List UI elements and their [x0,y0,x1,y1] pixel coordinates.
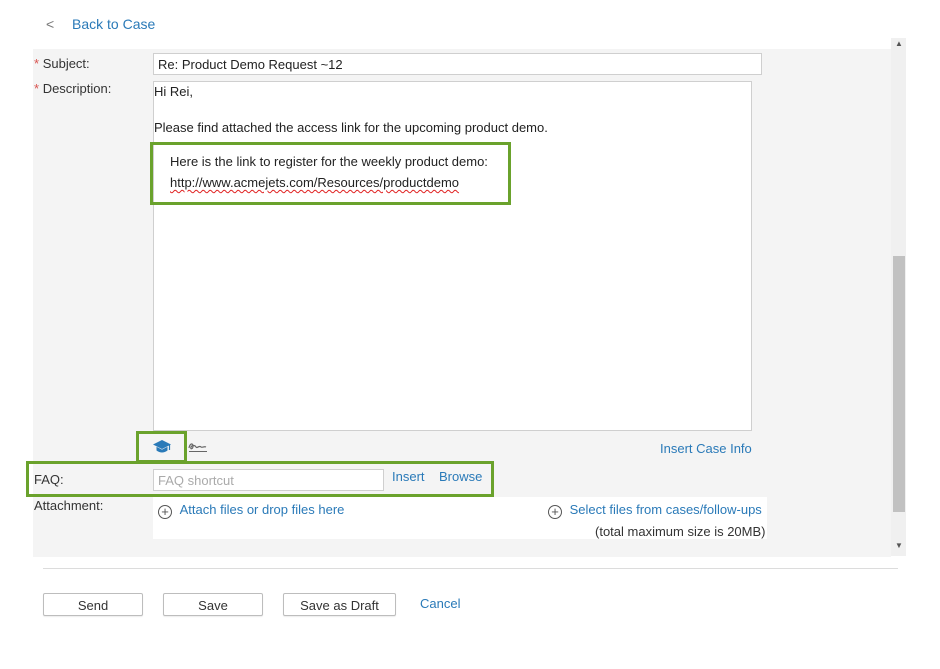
footer-divider [43,568,898,569]
description-label: * Description: [34,81,111,96]
send-button[interactable]: Send [43,593,143,616]
scroll-up-arrow-icon[interactable]: ▲ [893,39,905,53]
insert-case-info-link[interactable]: Insert Case Info [660,441,752,456]
graduation-cap-icon[interactable] [152,439,172,455]
body-line-1: Please find attached the access link for… [154,120,548,135]
subject-label-text: Subject: [42,56,90,71]
link-highlight-box: Here is the link to register for the wee… [150,142,511,205]
faq-label: FAQ: [34,472,64,487]
scroll-down-arrow-icon[interactable]: ▼ [893,541,905,555]
body-highlight-line-1: Here is the link to register for the wee… [170,154,488,169]
signature-icon[interactable] [188,441,208,456]
attach-files-text: Attach files or drop files here [179,502,345,517]
description-editor[interactable]: Hi Rei, Please find attached the access … [150,81,752,431]
attachment-drop-zone[interactable]: + Attach files or drop files here + Sele… [153,497,767,539]
scrollbar-thumb[interactable] [893,256,905,512]
attachment-label: Attachment: [34,498,104,513]
select-files-text: Select files from cases/follow-ups [569,502,762,517]
select-files-link[interactable]: + Select files from cases/follow-ups [548,502,762,519]
back-to-case-link[interactable]: Back to Case [72,16,155,32]
body-greeting: Hi Rei, [154,84,194,99]
cancel-link[interactable]: Cancel [420,596,460,611]
subject-input[interactable] [153,53,762,75]
save-button[interactable]: Save [163,593,263,616]
required-marker: * [34,81,40,96]
back-chevron-icon[interactable]: < [46,16,54,32]
save-as-draft-button[interactable]: Save as Draft [283,593,396,616]
description-label-text: Description: [42,81,112,96]
add-circle-icon: + [548,505,562,519]
required-marker: * [34,56,40,71]
body-link[interactable]: http://www.acmejets.com/Resources/produc… [170,175,459,190]
add-circle-icon: + [158,505,172,519]
attach-files-link[interactable]: + Attach files or drop files here [158,502,344,519]
faq-shortcut-input[interactable] [153,469,384,491]
subject-label: * Subject: [34,56,90,71]
faq-toolbar-highlight-box [136,431,187,463]
attachment-size-note: (total maximum size is 20MB) [595,524,766,539]
faq-browse-link[interactable]: Browse [439,469,482,484]
faq-insert-link[interactable]: Insert [392,469,425,484]
